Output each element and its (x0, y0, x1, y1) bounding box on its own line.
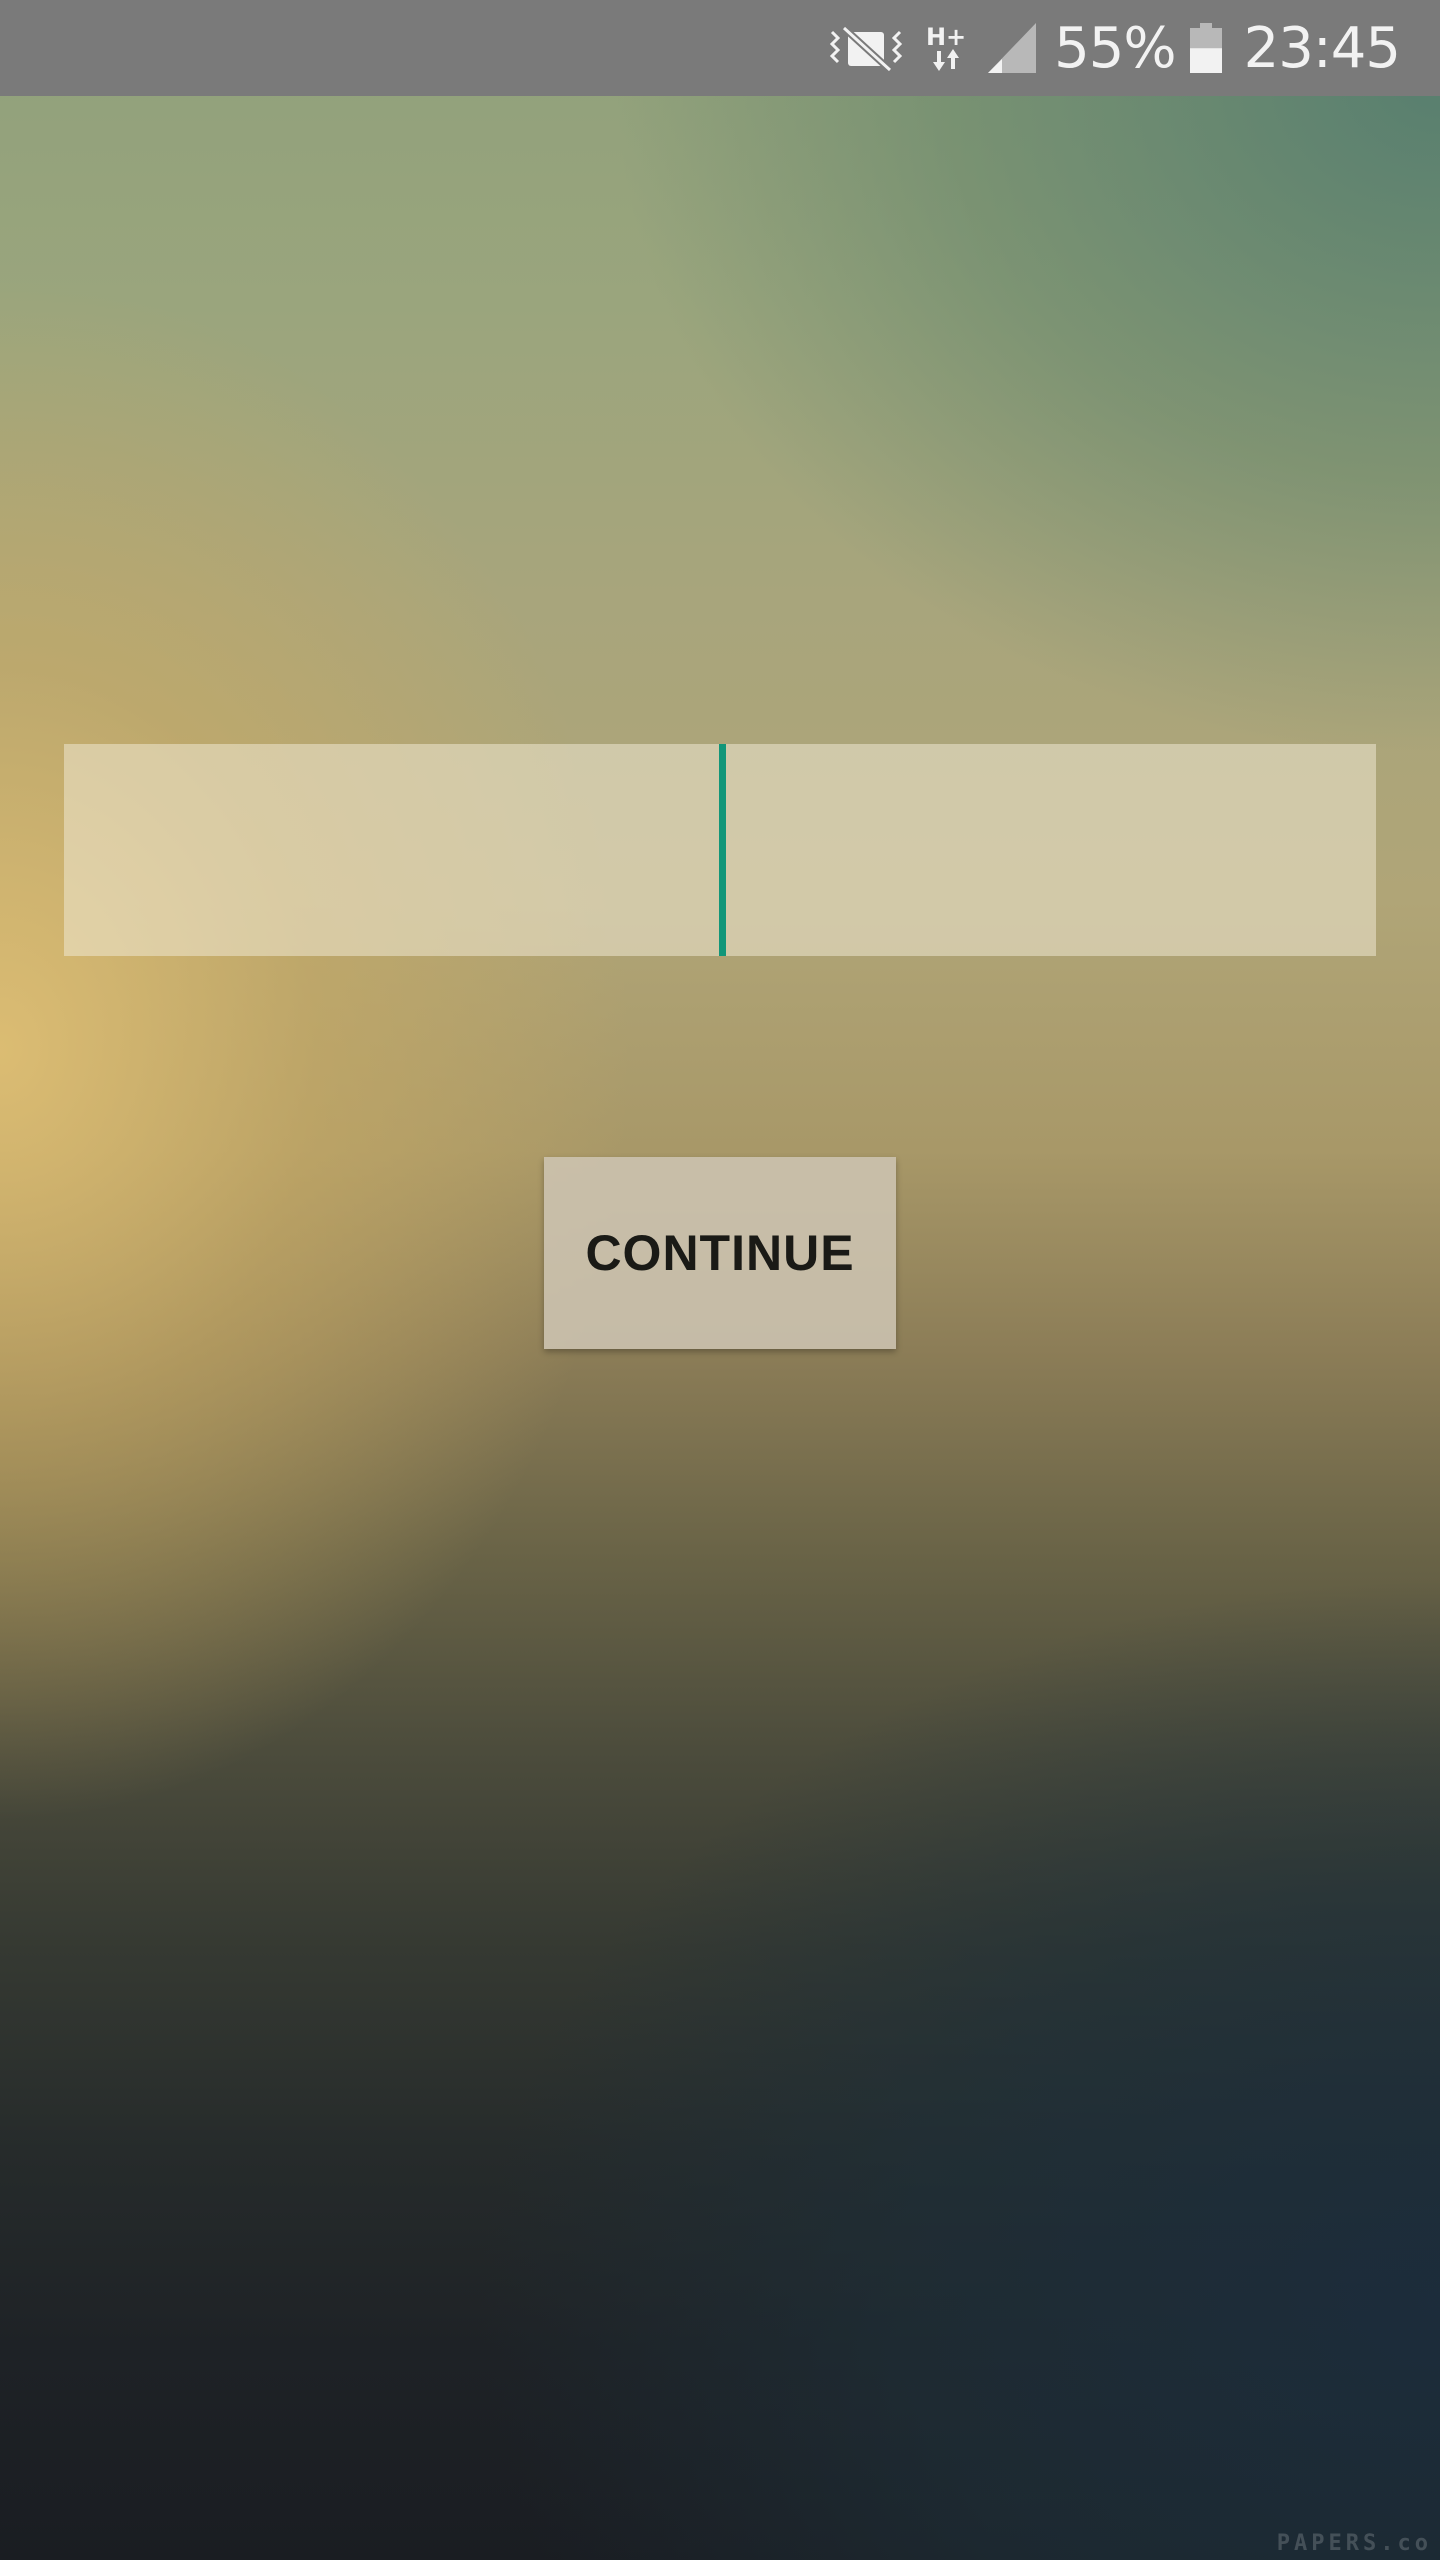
continue-button[interactable]: CONTINUE (544, 1157, 896, 1349)
battery-percent: 55% (1054, 15, 1176, 81)
vibrate-mute-icon (828, 24, 904, 72)
hplus-data-icon: H+ (926, 25, 966, 71)
clock: 23:45 (1243, 15, 1401, 81)
network-type-label: H+ (925, 23, 967, 51)
text-cursor (719, 744, 726, 956)
watermark: PAPERS.co (1276, 2531, 1432, 2556)
signal-icon (988, 23, 1037, 73)
status-bar: H+ 55% 23:45 (0, 0, 1440, 96)
battery-icon (1189, 23, 1222, 73)
